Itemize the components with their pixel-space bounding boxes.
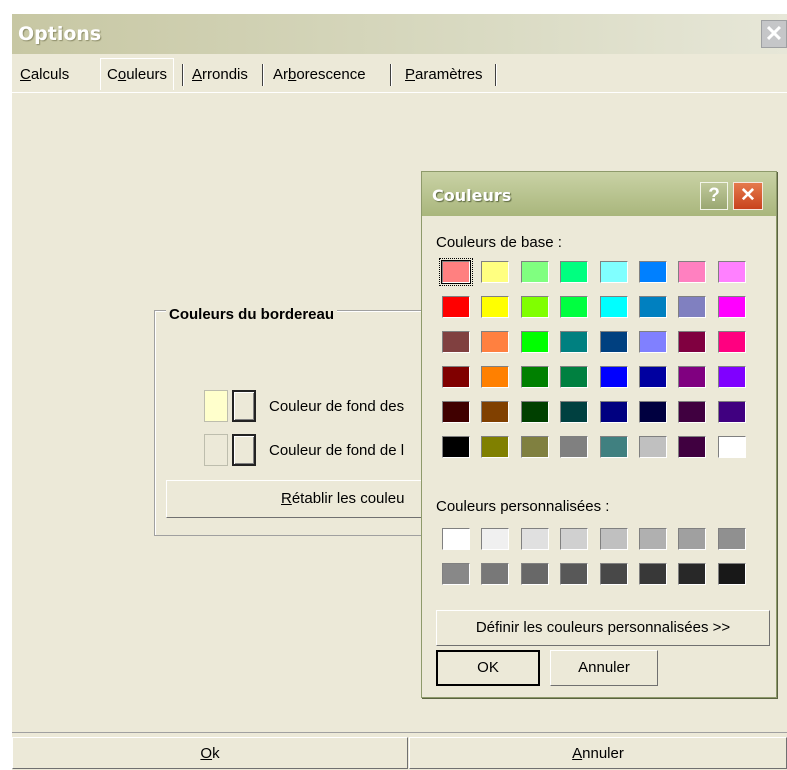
basic-color-swatch[interactable] — [639, 261, 667, 283]
basic-color-swatch[interactable] — [520, 331, 549, 353]
basic-color-swatch[interactable] — [678, 366, 707, 388]
tab-bar: Calculs Couleurs Arrondis Arborescence P… — [12, 58, 787, 92]
basic-color-swatch[interactable] — [481, 401, 510, 423]
basic-color-swatch[interactable] — [678, 331, 707, 353]
basic-color-swatch[interactable] — [560, 261, 589, 283]
basic-color-swatch[interactable] — [520, 436, 549, 458]
tab-panel-edge — [12, 92, 787, 93]
tab-separator — [495, 64, 497, 86]
tab-calculs[interactable]: Calculs — [14, 62, 75, 88]
color-dialog: Couleurs ? ✕ Couleurs de base : Couleurs… — [421, 171, 777, 698]
tab-couleurs[interactable]: Couleurs — [100, 58, 175, 90]
custom-color-swatch[interactable] — [442, 528, 470, 550]
background-color-label-2: Couleur de fond de l — [269, 442, 405, 459]
basic-color-swatch[interactable] — [599, 366, 628, 388]
basic-color-swatch[interactable] — [560, 296, 589, 318]
custom-color-swatch[interactable] — [481, 563, 510, 585]
color-picker-button-2[interactable] — [232, 434, 256, 466]
basic-color-swatch[interactable] — [639, 436, 667, 458]
tab-arborescence[interactable]: Arborescence — [267, 62, 372, 88]
custom-color-swatch[interactable] — [560, 528, 589, 550]
define-custom-colors-button[interactable]: Définir les couleurs personnalisées >> — [436, 610, 770, 646]
basic-color-swatch[interactable] — [481, 296, 510, 318]
close-icon[interactable]: ✕ — [733, 182, 763, 210]
basic-color-swatch[interactable] — [599, 401, 628, 423]
basic-color-swatch[interactable] — [560, 331, 589, 353]
custom-color-swatch[interactable] — [717, 563, 746, 585]
basic-color-swatch[interactable] — [599, 331, 628, 353]
options-footer: Ok Annuler — [12, 732, 787, 770]
basic-color-swatch[interactable] — [520, 401, 549, 423]
basic-color-swatch[interactable] — [481, 366, 510, 388]
tab-parametres[interactable]: Paramètres — [399, 62, 489, 88]
tab-separator — [262, 64, 264, 86]
basic-color-swatch[interactable] — [442, 296, 470, 318]
reset-colors-button[interactable]: Rétablir les couleu — [166, 480, 422, 518]
basic-color-swatch[interactable] — [678, 436, 707, 458]
basic-color-swatch[interactable] — [678, 401, 707, 423]
custom-color-swatch[interactable] — [520, 563, 549, 585]
basic-color-swatch[interactable] — [717, 331, 746, 353]
basic-color-swatch[interactable] — [717, 366, 746, 388]
basic-color-swatch[interactable] — [520, 296, 549, 318]
custom-color-swatch[interactable] — [560, 563, 589, 585]
custom-colors-label: Couleurs personnalisées : — [436, 498, 610, 515]
basic-color-swatch[interactable] — [481, 261, 510, 283]
basic-color-swatch[interactable] — [481, 436, 510, 458]
basic-color-swatch[interactable] — [520, 261, 549, 283]
custom-color-swatch[interactable] — [639, 563, 667, 585]
dialog-cancel-button[interactable]: Annuler — [550, 650, 658, 686]
dialog-title: Couleurs — [432, 186, 512, 205]
options-titlebar: Options ✕ — [12, 14, 787, 54]
tab-separator — [390, 64, 392, 86]
basic-color-swatch[interactable] — [599, 296, 628, 318]
dialog-ok-button[interactable]: OK — [436, 650, 540, 686]
basic-color-swatch[interactable] — [442, 331, 470, 353]
basic-color-swatch[interactable] — [717, 261, 746, 283]
custom-color-swatch[interactable] — [639, 528, 667, 550]
basic-color-swatch[interactable] — [639, 366, 667, 388]
basic-color-swatch[interactable] — [717, 436, 746, 458]
color-picker-button-1[interactable] — [232, 390, 256, 422]
basic-color-swatch[interactable] — [560, 401, 589, 423]
window-title: Options — [18, 23, 102, 45]
tab-separator — [182, 64, 184, 86]
basic-color-swatch[interactable] — [678, 296, 707, 318]
custom-color-swatch[interactable] — [717, 528, 746, 550]
cancel-button[interactable]: Annuler — [409, 737, 787, 769]
close-icon[interactable]: ✕ — [761, 20, 787, 48]
custom-color-swatch[interactable] — [481, 528, 510, 550]
basic-color-swatch[interactable] — [442, 401, 470, 423]
custom-color-swatch[interactable] — [678, 528, 707, 550]
basic-color-swatch[interactable] — [520, 366, 549, 388]
background-color-label-1: Couleur de fond des — [269, 398, 405, 415]
basic-color-swatch[interactable] — [442, 436, 470, 458]
tab-arrondis[interactable]: Arrondis — [186, 62, 254, 88]
basic-color-swatch[interactable] — [599, 436, 628, 458]
basic-color-swatch[interactable] — [442, 366, 470, 388]
background-color-swatch-1 — [204, 390, 228, 422]
custom-color-swatch[interactable] — [442, 563, 470, 585]
custom-color-swatch[interactable] — [599, 528, 628, 550]
basic-color-swatch[interactable] — [717, 296, 746, 318]
basic-color-swatch[interactable] — [639, 296, 667, 318]
basic-color-swatch[interactable] — [717, 401, 746, 423]
group-title: Couleurs du bordereau — [166, 306, 338, 323]
basic-color-swatch[interactable] — [439, 258, 473, 286]
basic-color-swatch[interactable] — [599, 261, 628, 283]
basic-color-swatch[interactable] — [560, 436, 589, 458]
basic-color-swatch[interactable] — [678, 261, 707, 283]
custom-color-swatch[interactable] — [520, 528, 549, 550]
color-dialog-titlebar: Couleurs ? ✕ — [422, 172, 776, 216]
basic-color-swatch[interactable] — [560, 366, 589, 388]
custom-color-swatch[interactable] — [678, 563, 707, 585]
background-color-swatch-2 — [204, 434, 228, 466]
basic-color-swatch[interactable] — [639, 401, 667, 423]
basic-color-swatch[interactable] — [481, 331, 510, 353]
basic-color-swatch[interactable] — [639, 331, 667, 353]
custom-color-swatch[interactable] — [599, 563, 628, 585]
help-icon[interactable]: ? — [700, 182, 728, 210]
basic-colors-label: Couleurs de base : — [436, 234, 562, 251]
ok-button[interactable]: Ok — [12, 737, 408, 769]
